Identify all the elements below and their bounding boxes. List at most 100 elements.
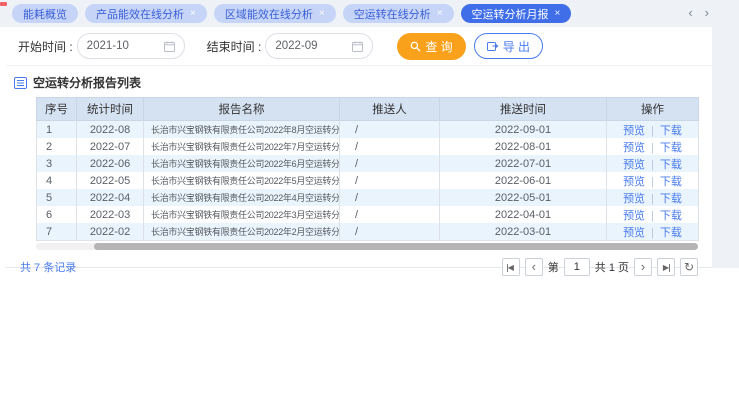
- cell-pusher: /: [340, 206, 440, 223]
- cell-report-name: 长治市兴宝钢铁有限责任公司2022年3月空运转分析报告: [144, 206, 340, 223]
- preview-link[interactable]: 预览: [623, 210, 645, 222]
- close-icon[interactable]: ×: [190, 9, 196, 19]
- list-icon: [14, 77, 27, 89]
- preview-link[interactable]: 预览: [623, 142, 645, 154]
- refresh-button[interactable]: ↻: [680, 258, 698, 276]
- tab-region-efficiency[interactable]: 区域能效在线分析 ×: [214, 4, 336, 23]
- cell-push-time: 2022-08-01: [440, 138, 607, 155]
- link-separator: |: [651, 142, 654, 154]
- end-time-label: 结束时间 :: [207, 38, 262, 55]
- cell-stat-time: 2022-06: [77, 155, 144, 172]
- preview-link[interactable]: 预览: [623, 159, 645, 171]
- cell-pusher: /: [340, 223, 440, 241]
- preview-link[interactable]: 预览: [623, 193, 645, 205]
- scrollbar-thumb[interactable]: [94, 243, 698, 250]
- download-link[interactable]: 下载: [660, 176, 682, 188]
- table-row: 4 2022-05 长治市兴宝钢铁有限责任公司2022年5月空运转分析报告 / …: [37, 172, 699, 189]
- next-page-button[interactable]: ›: [634, 258, 652, 276]
- tab-product-efficiency[interactable]: 产品能效在线分析 ×: [85, 4, 207, 23]
- page-number-input[interactable]: [564, 258, 590, 276]
- tab-scroll-right-icon[interactable]: ›: [705, 6, 709, 19]
- close-icon[interactable]: ×: [555, 9, 561, 19]
- calendar-icon[interactable]: [352, 41, 363, 52]
- cell-report-name: 长治市兴宝钢铁有限责任公司2022年2月空运转分析报告: [144, 223, 340, 241]
- table-row: 6 2022-03 长治市兴宝钢铁有限责任公司2022年3月空运转分析报告 / …: [37, 206, 699, 223]
- link-separator: |: [651, 176, 654, 188]
- export-button-label: 导 出: [503, 38, 530, 55]
- cell-index: 3: [37, 155, 77, 172]
- table-row: 2 2022-07 长治市兴宝钢铁有限责任公司2022年7月空运转分析报告 / …: [37, 138, 699, 155]
- tab-idle-monthly-report[interactable]: 空运转分析月报 ×: [461, 4, 572, 23]
- table-row: 7 2022-02 长治市兴宝钢铁有限责任公司2022年2月空运转分析报告 / …: [37, 223, 699, 241]
- cell-operation: 预览 | 下载: [607, 223, 699, 241]
- last-page-icon: ▶: [663, 263, 669, 272]
- tab-label: 能耗概览: [23, 6, 67, 22]
- link-separator: |: [651, 227, 654, 239]
- download-link[interactable]: 下载: [660, 227, 682, 239]
- close-icon[interactable]: ×: [437, 9, 443, 19]
- cell-pusher: /: [340, 121, 440, 139]
- cell-index: 7: [37, 223, 77, 241]
- page-count-label: 共 1 页: [595, 259, 629, 275]
- cell-report-name: 长治市兴宝钢铁有限责任公司2022年6月空运转分析报告: [144, 155, 340, 172]
- tab-label: 空运转在线分析: [354, 6, 431, 22]
- pagination: ◀ ‹ 第 共 1 页 › ▶ ↻: [502, 258, 698, 276]
- cell-push-time: 2022-03-01: [440, 223, 607, 241]
- end-date-value[interactable]: [275, 40, 352, 52]
- cell-operation: 预览 | 下载: [607, 155, 699, 172]
- cell-pusher: /: [340, 155, 440, 172]
- tab-energy-overview[interactable]: 能耗概览: [12, 4, 78, 23]
- link-separator: |: [651, 159, 654, 171]
- header-push-time: 推送时间: [440, 98, 607, 121]
- cell-stat-time: 2022-03: [77, 206, 144, 223]
- table-footer: 共 7 条记录 ◀ ‹ 第 共 1 页 › ▶ ↻: [20, 258, 698, 276]
- first-page-button[interactable]: ◀: [502, 258, 520, 276]
- prev-page-button[interactable]: ‹: [525, 258, 543, 276]
- close-icon[interactable]: ×: [319, 9, 325, 19]
- tab-scroll-left-icon[interactable]: ‹: [688, 6, 692, 19]
- end-date-input[interactable]: [265, 33, 373, 59]
- cell-operation: 预览 | 下载: [607, 206, 699, 223]
- download-link[interactable]: 下载: [660, 125, 682, 137]
- prev-page-icon: ‹: [532, 260, 536, 273]
- table-row: 3 2022-06 长治市兴宝钢铁有限责任公司2022年6月空运转分析报告 / …: [37, 155, 699, 172]
- page-prefix-label: 第: [548, 259, 559, 275]
- cell-operation: 预览 | 下载: [607, 121, 699, 139]
- cell-pusher: /: [340, 138, 440, 155]
- cell-report-name: 长治市兴宝钢铁有限责任公司2022年5月空运转分析报告: [144, 172, 340, 189]
- tab-scroll-nav: ‹ ›: [688, 6, 709, 19]
- link-separator: |: [651, 210, 654, 222]
- cell-pusher: /: [340, 189, 440, 206]
- download-link[interactable]: 下载: [660, 193, 682, 205]
- header-report-name: 报告名称: [144, 98, 340, 121]
- cell-operation: 预览 | 下载: [607, 138, 699, 155]
- export-button[interactable]: 导 出: [474, 33, 543, 59]
- download-link[interactable]: 下载: [660, 142, 682, 154]
- cell-report-name: 长治市兴宝钢铁有限责任公司2022年4月空运转分析报告: [144, 189, 340, 206]
- cell-report-name: 长治市兴宝钢铁有限责任公司2022年8月空运转分析报告: [144, 121, 340, 139]
- preview-link[interactable]: 预览: [623, 125, 645, 137]
- calendar-icon[interactable]: [164, 41, 175, 52]
- cell-push-time: 2022-04-01: [440, 206, 607, 223]
- download-link[interactable]: 下载: [660, 159, 682, 171]
- query-button-label: 查 询: [425, 38, 452, 55]
- start-time-label: 开始时间 :: [18, 38, 73, 55]
- start-date-input[interactable]: [77, 33, 185, 59]
- cell-push-time: 2022-06-01: [440, 172, 607, 189]
- last-page-button[interactable]: ▶: [657, 258, 675, 276]
- cell-push-time: 2022-07-01: [440, 155, 607, 172]
- download-link[interactable]: 下载: [660, 210, 682, 222]
- horizontal-scrollbar[interactable]: [36, 243, 698, 250]
- preview-link[interactable]: 预览: [623, 227, 645, 239]
- link-separator: |: [651, 125, 654, 137]
- start-date-value[interactable]: [87, 40, 164, 52]
- preview-link[interactable]: 预览: [623, 176, 645, 188]
- link-separator: |: [651, 193, 654, 205]
- cell-push-time: 2022-09-01: [440, 121, 607, 139]
- tab-label: 产品能效在线分析: [96, 6, 184, 22]
- query-button[interactable]: 查 询: [397, 33, 465, 60]
- cell-push-time: 2022-05-01: [440, 189, 607, 206]
- export-icon: [487, 41, 499, 52]
- tab-idle-online-analysis[interactable]: 空运转在线分析 ×: [343, 4, 454, 23]
- first-page-icon: ◀: [508, 263, 514, 272]
